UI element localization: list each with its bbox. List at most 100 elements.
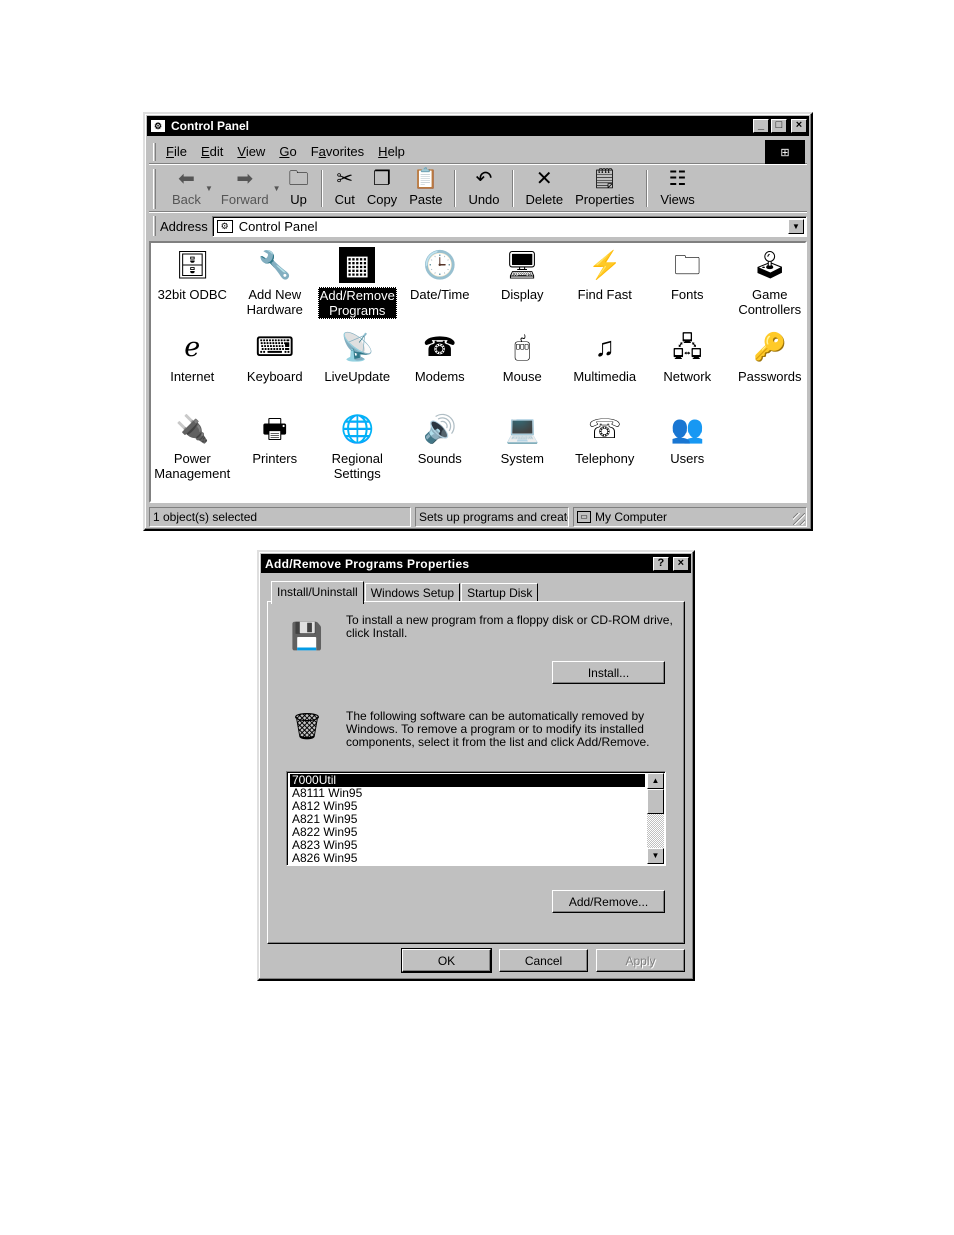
cp-item-label-line1: Display (500, 287, 544, 302)
cp-item-passwords[interactable]: 🔑 Passwords (729, 329, 812, 411)
scroll-thumb[interactable] (647, 789, 664, 814)
cp-item-label: Modems (414, 369, 466, 384)
views-button[interactable]: ☷ Views (654, 166, 700, 211)
menu-go[interactable]: Go (279, 144, 296, 159)
cp-item-label: Sounds (417, 451, 463, 466)
properties-label: Properties (575, 192, 635, 207)
dialog-close-button[interactable]: × (673, 557, 689, 571)
cp-item-multimedia[interactable]: ♫ Multimedia (564, 329, 647, 411)
add-remove-button[interactable]: Add/Remove... (552, 890, 665, 913)
address-bar-grip[interactable] (153, 216, 156, 236)
cp-item-mouse[interactable]: 🖱 Mouse (481, 329, 564, 411)
toolbar-separator (320, 170, 323, 207)
tab-install-uninstall[interactable]: Install/Uninstall (271, 581, 364, 604)
cp-item-label-line2: Management (154, 466, 231, 481)
up-folder-icon: 🗀 (288, 168, 309, 190)
tab-startup-disk[interactable]: Startup Disk (461, 583, 539, 602)
views-label: Views (660, 192, 695, 207)
help-button[interactable]: ? (653, 557, 669, 571)
forward-dropdown-icon[interactable]: ▼ (273, 184, 281, 193)
forward-button[interactable]: ➡ Forward ▼ (215, 166, 281, 211)
cp-item-printers[interactable]: 🖶 Printers (234, 411, 317, 493)
resize-grip[interactable] (793, 513, 805, 525)
joystick-icon: 🕹 (752, 250, 787, 280)
ok-button[interactable]: OK (401, 948, 492, 973)
control-panel-window: ⚙ Control Panel _ □ × File Edit View Go Favo… (143, 112, 813, 531)
dialog-title-bar[interactable]: Add/Remove Programs Properties ? × (261, 554, 691, 573)
installed-programs-list[interactable]: 7000Util A8111 Win95 A812 Win95 A821 Win95 A… (286, 771, 666, 866)
scroll-down-icon[interactable]: ▼ (647, 848, 664, 864)
install-button[interactable]: Install... (552, 661, 665, 684)
cp-item-power-management[interactable]: 🔌 Power Management (151, 411, 234, 493)
computer-icon: 💻 (505, 414, 540, 444)
cp-item-date-time[interactable]: 🕒 Date/Time (399, 247, 482, 329)
cp-item-add-new-hardware[interactable]: 🔧 Add New Hardware (234, 247, 317, 329)
delete-x-icon: ✕ (535, 168, 553, 190)
cp-item-liveupdate[interactable]: 📡 LiveUpdate (316, 329, 399, 411)
cp-item-label-line1: Passwords (737, 369, 802, 384)
copy-button[interactable]: ❐ Copy (361, 166, 403, 211)
window-title: Control Panel (171, 119, 250, 133)
address-field[interactable]: ⚙ Control Panel ▼ (211, 215, 807, 237)
properties-button[interactable]: 🗒 Properties (569, 166, 640, 211)
cp-item-display[interactable]: 🖥 Display (481, 247, 564, 329)
toolbar-grip[interactable] (153, 169, 156, 209)
menu-view[interactable]: View (237, 144, 265, 159)
speaker-icon: 🔊 (422, 414, 457, 444)
undo-label: Undo (468, 192, 500, 207)
cp-item-label-line1: LiveUpdate (324, 369, 391, 384)
cp-item-system[interactable]: 💻 System (481, 411, 564, 493)
cp-item-keyboard[interactable]: ⌨ Keyboard (234, 329, 317, 411)
cp-item-label-line1: Keyboard (246, 369, 303, 384)
cp-item-label-line1: Network (663, 369, 712, 384)
cp-item-regional-settings[interactable]: 🌐 Regional Settings (316, 411, 399, 493)
minimize-button[interactable]: _ (753, 119, 769, 133)
cp-item-sounds[interactable]: 🔊 Sounds (399, 411, 482, 493)
program-list-item[interactable]: A826 Win95 (290, 852, 645, 865)
undo-button[interactable]: ↶ Undo (462, 166, 505, 211)
cp-item-label-line1: Printers (252, 451, 298, 466)
cp-item-label: Keyboard (246, 369, 304, 384)
keyboard-icon: ⌨ (255, 332, 295, 362)
back-dropdown-icon[interactable]: ▼ (205, 184, 213, 193)
cp-item-32bit-odbc[interactable]: 🗄 32bit ODBC (151, 247, 234, 329)
delete-button[interactable]: ✕ Delete (520, 166, 570, 211)
delete-label: Delete (525, 192, 564, 207)
up-button[interactable]: 🗀 Up (283, 166, 315, 211)
status-selection-count: 1 object(s) selected (149, 507, 411, 527)
scroll-up-icon[interactable]: ▲ (647, 773, 664, 789)
cp-item-modems[interactable]: ☎ Modems (399, 329, 482, 411)
menu-favorites[interactable]: Favorites (311, 144, 364, 159)
cp-item-label-line1: Power (173, 451, 211, 466)
cp-item-label-line1: System (500, 451, 544, 466)
fonts-folder-icon: 🗀 (673, 250, 701, 280)
menu-bar-grip[interactable] (153, 142, 156, 161)
cp-item-label-line1: 32bit ODBC (157, 287, 227, 302)
menu-file[interactable]: File (166, 144, 187, 159)
control-panel-icon-view: 🗄 32bit ODBC 🔧 Add New Hardware ▦ Add/Remove Pr… (149, 241, 807, 503)
printers-folder-icon: 🖶 (262, 414, 288, 444)
tab-windows-setup[interactable]: Windows Setup (364, 583, 461, 602)
cp-item-network[interactable]: 🖧 Network (646, 329, 729, 411)
apply-button[interactable]: Apply (596, 949, 685, 972)
cut-button[interactable]: ✂ Cut (329, 166, 361, 211)
cp-item-label-line1: Find Fast (577, 287, 632, 302)
address-dropdown-icon[interactable]: ▼ (788, 218, 804, 234)
menu-edit[interactable]: Edit (201, 144, 223, 159)
cp-item-telephony[interactable]: ☏ Telephony (564, 411, 647, 493)
cp-item-fonts[interactable]: 🗀 Fonts (646, 247, 729, 329)
cp-item-game-controllers[interactable]: 🕹 Game Controllers (729, 247, 812, 329)
back-button[interactable]: ⬅ Back ▼ (166, 166, 213, 211)
control-panel-title-bar[interactable]: ⚙ Control Panel _ □ × (147, 116, 809, 136)
cp-item-users[interactable]: 👥 Users (646, 411, 729, 493)
menu-help[interactable]: Help (378, 144, 405, 159)
cp-item-add-remove-programs[interactable]: ▦ Add/Remove Programs (316, 247, 399, 329)
cp-item-label: Regional Settings (331, 451, 384, 481)
cancel-button[interactable]: Cancel (499, 949, 588, 972)
maximize-button[interactable]: □ (771, 119, 787, 133)
list-scrollbar[interactable]: ▲ ▼ (647, 773, 664, 864)
cp-item-internet[interactable]: ℯ Internet (151, 329, 234, 411)
paste-button[interactable]: 📋 Paste (403, 166, 448, 211)
cp-item-find-fast[interactable]: ⚡ Find Fast (564, 247, 647, 329)
close-button[interactable]: × (791, 119, 807, 133)
